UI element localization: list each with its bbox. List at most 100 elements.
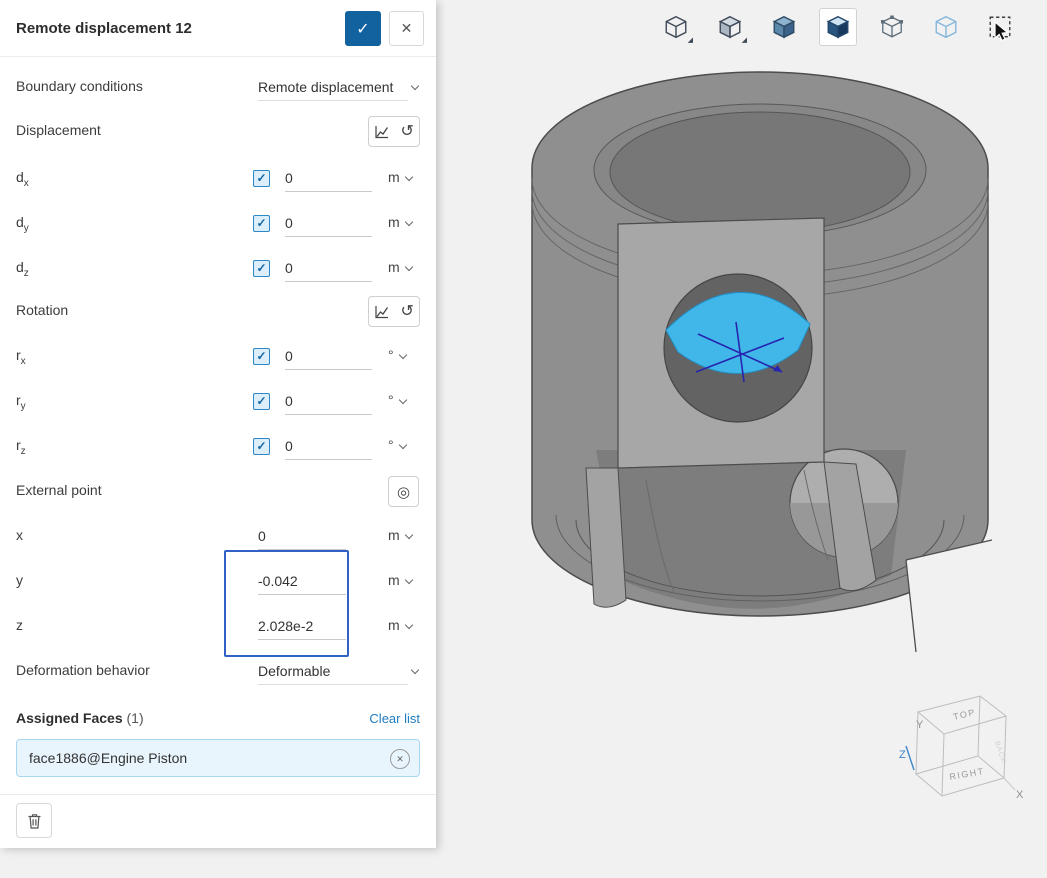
view-cube[interactable]: TOP RIGHT BACK X Y Z bbox=[898, 690, 1026, 814]
dropdown-corner-icon: ◢ bbox=[688, 37, 693, 44]
dy-unit-select[interactable]: m bbox=[388, 214, 412, 230]
dy-input[interactable]: 0 bbox=[285, 210, 372, 237]
ry-input[interactable]: 0 bbox=[285, 388, 372, 415]
view-cube-front-label[interactable]: RIGHT bbox=[949, 766, 986, 782]
chevron-down-icon bbox=[404, 218, 412, 226]
rotation-section-row: Rotation ↺ bbox=[0, 296, 436, 328]
panel-header: Remote displacement 12 ✓ ✕ bbox=[0, 0, 436, 57]
transparent-view-icon bbox=[933, 14, 959, 40]
x-axis-line bbox=[1004, 778, 1015, 790]
rx-input[interactable]: 0 bbox=[285, 343, 372, 370]
rotation-tools-group[interactable]: ↺ bbox=[368, 296, 420, 327]
view-cube-top-label[interactable]: TOP bbox=[952, 707, 977, 722]
reset-icon: ↺ bbox=[400, 304, 413, 320]
chevron-down-icon bbox=[398, 441, 406, 449]
z-axis-line bbox=[906, 746, 914, 770]
x-axis-label: X bbox=[1016, 789, 1024, 801]
displacement-section-label: Displacement bbox=[16, 122, 101, 138]
dz-label: dz bbox=[16, 259, 29, 279]
point-y-input[interactable]: -0.042 bbox=[258, 568, 346, 595]
assigned-face-name: face1886@Engine Piston bbox=[29, 750, 187, 766]
mouse-cursor-icon bbox=[994, 21, 1010, 43]
panel-title: Remote displacement 12 bbox=[16, 20, 192, 37]
settings-panel: Remote displacement 12 ✓ ✕ Boundary cond… bbox=[0, 0, 436, 848]
assigned-faces-header: Assigned Faces (1) Clear list bbox=[0, 704, 436, 736]
perspective-view-button[interactable] bbox=[873, 8, 911, 46]
rz-checkbox[interactable]: ✓ bbox=[253, 438, 270, 455]
reset-icon: ↺ bbox=[400, 124, 413, 140]
close-button[interactable]: ✕ bbox=[389, 11, 424, 46]
rz-input[interactable]: 0 bbox=[285, 433, 372, 460]
apply-button[interactable]: ✓ bbox=[345, 11, 381, 46]
chevron-down-icon bbox=[404, 173, 412, 181]
dz-row: dz ✓ 0 m bbox=[0, 253, 436, 285]
point-z-row: z 2.028e-2 m bbox=[0, 611, 436, 643]
chevron-down-icon bbox=[404, 576, 412, 584]
rz-unit-select[interactable]: ° bbox=[388, 437, 406, 453]
dx-label: dx bbox=[16, 169, 29, 189]
shaded-view-icon bbox=[825, 14, 851, 40]
clear-list-link[interactable]: Clear list bbox=[369, 711, 420, 726]
app-root: ◢ ◢ bbox=[0, 0, 1047, 878]
trash-icon bbox=[26, 812, 43, 830]
ry-unit-select[interactable]: ° bbox=[388, 392, 406, 408]
rx-unit-select[interactable]: ° bbox=[388, 347, 406, 363]
dz-unit-select[interactable]: m bbox=[388, 259, 412, 275]
boundary-conditions-label: Boundary conditions bbox=[16, 78, 143, 94]
hidden-line-view-button[interactable]: ◢ bbox=[711, 8, 749, 46]
external-point-label: External point bbox=[16, 482, 102, 498]
ramp-input-icon bbox=[374, 304, 390, 320]
assigned-faces-count: (1) bbox=[127, 710, 144, 726]
dz-checkbox[interactable]: ✓ bbox=[253, 260, 270, 277]
rx-label: rx bbox=[16, 347, 26, 367]
delete-button[interactable] bbox=[16, 803, 52, 838]
remove-icon: ✕ bbox=[396, 754, 404, 765]
dx-checkbox[interactable]: ✓ bbox=[253, 170, 270, 187]
chevron-down-icon bbox=[398, 396, 406, 404]
point-z-unit-select[interactable]: m bbox=[388, 617, 412, 633]
ry-label: ry bbox=[16, 392, 26, 412]
dy-label: dy bbox=[16, 214, 29, 234]
transparent-view-button[interactable] bbox=[927, 8, 965, 46]
dx-row: dx ✓ 0 m bbox=[0, 163, 436, 195]
close-icon: ✕ bbox=[401, 20, 413, 37]
boundary-conditions-row: Boundary conditions Remote displacement bbox=[0, 72, 436, 104]
dropdown-corner-icon: ◢ bbox=[742, 37, 747, 44]
point-x-input[interactable]: 0 bbox=[258, 523, 346, 550]
pick-point-button[interactable]: ◎ bbox=[388, 476, 419, 507]
remove-face-button[interactable]: ✕ bbox=[390, 749, 410, 769]
chevron-down-icon bbox=[404, 531, 412, 539]
point-y-unit-select[interactable]: m bbox=[388, 572, 412, 588]
z-axis-label: Z bbox=[899, 749, 906, 761]
ry-checkbox[interactable]: ✓ bbox=[253, 393, 270, 410]
point-x-unit-select[interactable]: m bbox=[388, 527, 412, 543]
dz-input[interactable]: 0 bbox=[285, 255, 372, 282]
deformation-label: Deformation behavior bbox=[16, 662, 150, 678]
ry-row: ry ✓ 0 ° bbox=[0, 386, 436, 418]
displacement-tools-group[interactable]: ↺ bbox=[368, 116, 420, 147]
dy-row: dy ✓ 0 m bbox=[0, 208, 436, 240]
perspective-view-icon bbox=[879, 14, 905, 40]
dx-unit-select[interactable]: m bbox=[388, 169, 412, 185]
dy-checkbox[interactable]: ✓ bbox=[253, 215, 270, 232]
rx-checkbox[interactable]: ✓ bbox=[253, 348, 270, 365]
rz-row: rz ✓ 0 ° bbox=[0, 431, 436, 463]
point-y-label: y bbox=[16, 572, 23, 588]
dx-input[interactable]: 0 bbox=[285, 165, 372, 192]
shaded-edges-view-button[interactable] bbox=[765, 8, 803, 46]
rotation-section-label: Rotation bbox=[16, 302, 68, 318]
shaded-view-button[interactable] bbox=[819, 8, 857, 46]
hidden-line-view-icon bbox=[717, 14, 743, 40]
chevron-down-icon bbox=[411, 82, 419, 90]
deformation-select[interactable]: Deformable bbox=[258, 658, 408, 685]
ramp-input-icon bbox=[374, 124, 390, 140]
rz-label: rz bbox=[16, 437, 26, 457]
point-z-input[interactable]: 2.028e-2 bbox=[258, 613, 346, 640]
boundary-conditions-select[interactable]: Remote displacement bbox=[258, 74, 408, 101]
isometric-view-button[interactable]: ◢ bbox=[657, 8, 695, 46]
chevron-down-icon bbox=[404, 621, 412, 629]
external-point-row: External point ◎ bbox=[0, 476, 436, 508]
shaded-edges-view-icon bbox=[771, 14, 797, 40]
chevron-down-icon bbox=[398, 351, 406, 359]
chevron-down-icon bbox=[411, 666, 419, 674]
